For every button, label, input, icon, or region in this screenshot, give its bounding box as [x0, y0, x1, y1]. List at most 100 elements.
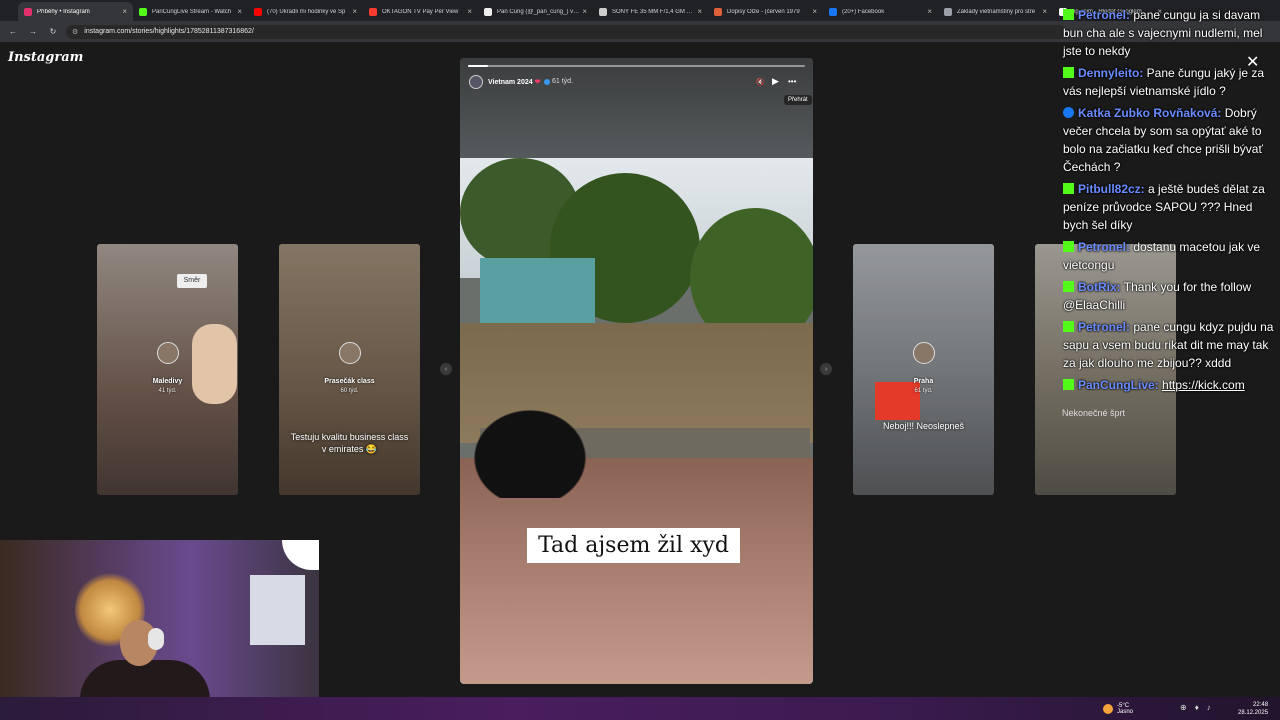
card-shade — [853, 244, 994, 495]
card-overlay-sign: Směr — [177, 274, 207, 288]
volume-icon[interactable]: ♪ — [1207, 703, 1211, 712]
facebook-icon — [1063, 107, 1074, 118]
browser-tab[interactable]: Základy vietnamštiny pro stre × — [938, 2, 1053, 21]
headset-icon — [148, 628, 164, 650]
mute-icon[interactable]: 🔇 — [756, 78, 765, 86]
chat-username: Dennyleito: — [1078, 66, 1144, 80]
tab-close-icon[interactable]: × — [697, 7, 702, 16]
chat-message: Petronel: pane cungu kdyz pujdu na sapu … — [1063, 318, 1277, 372]
story-scooter — [460, 398, 600, 498]
card-caption: Testuju kvalitu business class v emirate… — [290, 432, 409, 454]
story-card-prasecak-class[interactable]: Prasečák class 60 týd. Testuju kvalitu b… — [279, 244, 420, 495]
tab-favicon-icon — [254, 7, 262, 16]
tab-label: SONY FE 35 MM F/1,4 GM SE — [612, 8, 695, 15]
tab-close-icon[interactable]: × — [237, 7, 242, 16]
tab-close-icon[interactable]: × — [122, 7, 127, 16]
clock-time: 22:48 — [1253, 702, 1269, 708]
instagram-logo[interactable]: Instagram — [8, 50, 83, 65]
chat-username: Petronel: — [1078, 320, 1131, 334]
play-icon[interactable]: ▶ — [772, 76, 779, 87]
story-card-maledivy[interactable]: Směr Maledivy 41 týd. — [97, 244, 238, 495]
tab-close-icon[interactable]: × — [927, 7, 932, 16]
card-shade — [279, 244, 420, 495]
chat-username: Petronel: — [1078, 240, 1131, 254]
tab-label: (20+) Facebook — [842, 8, 885, 15]
chat-username: Pitbull82cz: — [1078, 182, 1145, 196]
next-story-arrow-icon[interactable]: › — [820, 363, 832, 375]
card-avatar — [157, 342, 179, 364]
browser-tab[interactable]: Pan Čung (@_pan_cung_) vyd × — [478, 2, 593, 21]
tab-close-icon[interactable]: × — [582, 7, 587, 16]
reload-icon[interactable]: ↻ — [46, 27, 60, 36]
browser-tab[interactable]: SONY FE 35 MM F/1,4 GM SE × — [593, 2, 708, 21]
more-options-icon[interactable]: ••• — [788, 77, 796, 86]
story-avatar[interactable] — [469, 75, 483, 89]
browser-tab[interactable]: Příběhy • Instagram × — [18, 2, 133, 21]
webcam-overlay — [0, 540, 319, 720]
tab-close-icon[interactable]: × — [812, 7, 817, 16]
chat-username: PanCungLive: — [1078, 378, 1159, 392]
browser-tab[interactable]: (70) Ukradli mi hodinky ve Šp × — [248, 2, 363, 21]
chat-username: BotRix: — [1078, 280, 1121, 294]
card-name: Prasečák class — [324, 378, 375, 385]
kick-icon — [1063, 241, 1074, 252]
story-card-praha[interactable]: Praha 61 týd. Neboj!!! Neoslepneš — [853, 244, 994, 495]
browser-tab[interactable]: OKTAGON TV Pay Per View × — [363, 2, 478, 21]
tab-close-icon[interactable]: × — [352, 7, 357, 16]
tab-favicon-icon — [829, 7, 837, 16]
microphone-icon[interactable]: ♦ — [1195, 703, 1199, 712]
kick-icon — [1063, 183, 1074, 194]
chat-username: Katka Zubko Rovňaková: — [1078, 106, 1222, 120]
tab-favicon-icon — [714, 7, 722, 16]
kick-icon — [1063, 379, 1074, 390]
tab-label: Příběhy • Instagram — [37, 8, 90, 15]
kick-icon — [1063, 281, 1074, 292]
system-tray: ⊕ ♦ ♪ — [1180, 703, 1211, 712]
clock-date: 28.12.2025 — [1238, 710, 1269, 716]
back-arrow-icon[interactable]: ← — [6, 27, 20, 36]
tab-close-icon[interactable]: × — [467, 7, 472, 16]
tab-close-icon[interactable]: × — [1042, 7, 1047, 16]
weather-icon — [1103, 704, 1113, 714]
verified-icon — [544, 79, 550, 85]
taskbar-clock[interactable]: 22:48 28.12.2025 — [1238, 701, 1268, 717]
tab-favicon-icon — [599, 7, 607, 16]
tab-label: Základy vietnamštiny pro stre — [957, 8, 1036, 15]
browser-tab[interactable]: Dopisy Olze - (červen 1979 × — [708, 2, 823, 21]
tab-favicon-icon — [944, 7, 952, 16]
webcam-whiteboard — [250, 575, 305, 645]
story-progress-bar — [468, 65, 805, 67]
story-wall — [480, 258, 595, 328]
browser-tab[interactable]: PanCungLive Stream - Watch × — [133, 2, 248, 21]
url-text: instagram.com/stories/highlights/1785281… — [84, 28, 254, 35]
card-name: Maledivy — [152, 378, 183, 385]
kick-icon — [1063, 67, 1074, 78]
taskbar — [0, 697, 1280, 720]
chat-username: Petronel: — [1078, 8, 1131, 22]
tab-label: (70) Ukradli mi hodinky ve Šp — [267, 8, 346, 15]
weather-widget[interactable]: -5°C Jasno — [1103, 703, 1133, 715]
site-info-icon[interactable]: ⚙ — [72, 28, 78, 36]
story-title[interactable]: Vietnam 2024 ❤ — [488, 78, 540, 86]
tab-label: PanCungLive Stream - Watch — [152, 8, 232, 15]
prev-story-arrow-icon[interactable]: ‹ — [440, 363, 452, 375]
browser-tab[interactable]: (20+) Facebook × — [823, 2, 938, 21]
chat-message: BotRix: Thank you for the follow @ElaaCh… — [1063, 278, 1277, 314]
chat-ghost-text: Nekonečné šprt — [1062, 408, 1126, 418]
tab-label: OKTAGON TV Pay Per View — [382, 8, 459, 15]
network-icon[interactable]: ⊕ — [1180, 703, 1187, 712]
card-name: Praha — [913, 378, 934, 385]
screen: Příběhy • Instagram × PanCungLive Stream -… — [0, 0, 1280, 720]
address-bar[interactable]: ⚙ instagram.com/stories/highlights/17852… — [66, 24, 1066, 39]
forward-arrow-icon[interactable]: → — [26, 27, 40, 36]
card-age: 61 týd. — [914, 388, 933, 394]
chat-link[interactable]: https://kick.com — [1162, 378, 1245, 392]
chat-message: Petronel: dostanu macetou jak ve vietcon… — [1063, 238, 1277, 274]
chat-message: Katka Zubko Rovňaková: Dobrý večer chcel… — [1063, 104, 1277, 176]
chat-message: Dennyleito: Pane čungu jaký je za vás ne… — [1063, 64, 1277, 100]
tab-label: Dopisy Olze - (červen 1979 — [727, 8, 800, 15]
chat-message: Pitbull82cz: a ještě budeš dělat za pení… — [1063, 180, 1277, 234]
weather-condition: Jasno — [1117, 709, 1134, 715]
active-story[interactable]: Vietnam 2024 ❤ 61 týd. 🔇 ▶ ••• Přehrát T… — [460, 58, 813, 684]
story-progress-fill — [468, 65, 489, 67]
